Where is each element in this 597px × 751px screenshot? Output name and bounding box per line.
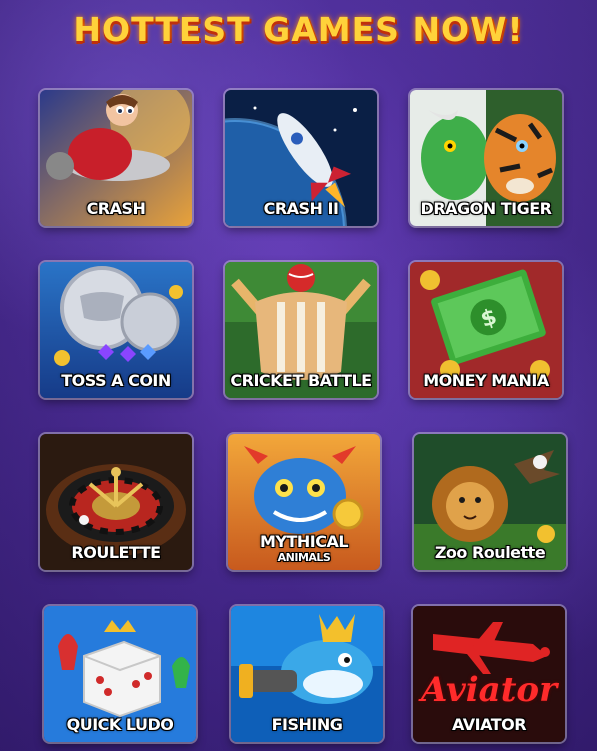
game-label: CRASH II xyxy=(263,199,339,218)
game-label-main: MYTHICAL xyxy=(259,532,349,551)
game-tile-aviator[interactable]: Aviator AVIATOR xyxy=(413,606,565,742)
game-tile-mythical-animals[interactable]: MYTHICAL ANIMALS xyxy=(228,434,380,570)
game-label: TOSS A COIN xyxy=(61,371,171,390)
game-tile-crash-ii[interactable]: CRASH II xyxy=(225,90,377,226)
game-label: FISHING xyxy=(271,715,343,734)
game-tile-toss-a-coin[interactable]: TOSS A COIN xyxy=(40,262,192,398)
game-label: CRASH xyxy=(86,199,146,218)
game-tile-quick-ludo[interactable]: QUICK LUDO xyxy=(44,606,196,742)
game-label: DRAGON TIGER xyxy=(420,199,552,218)
game-label: AVIATOR xyxy=(451,715,527,734)
page-title: HOTTEST GAMES NOW! xyxy=(73,10,524,49)
game-label: ROULETTE xyxy=(71,543,161,562)
game-tile-money-mania[interactable]: $ MONEY MANIA xyxy=(410,262,562,398)
game-tile-crash[interactable]: CRASH xyxy=(40,90,192,226)
game-tile-roulette[interactable]: ROULETTE xyxy=(40,434,192,570)
game-tile-zoo-roulette[interactable]: Zoo Roulette xyxy=(414,434,566,570)
game-label-sub: ANIMALS xyxy=(277,551,331,564)
game-label: QUICK LUDO xyxy=(66,715,174,734)
game-tile-cricket-battle[interactable]: CRICKET BATTLE xyxy=(225,262,377,398)
game-label: CRICKET BATTLE xyxy=(230,371,372,390)
game-label: MONEY MANIA xyxy=(423,371,549,390)
game-label: Zoo Roulette xyxy=(434,543,546,562)
aviator-logo-text: Aviator xyxy=(421,670,557,710)
game-label: MYTHICAL ANIMALS xyxy=(228,534,380,566)
game-tile-fishing[interactable]: FISHING xyxy=(231,606,383,742)
game-tile-dragon-tiger[interactable]: DRAGON TIGER xyxy=(410,90,562,226)
